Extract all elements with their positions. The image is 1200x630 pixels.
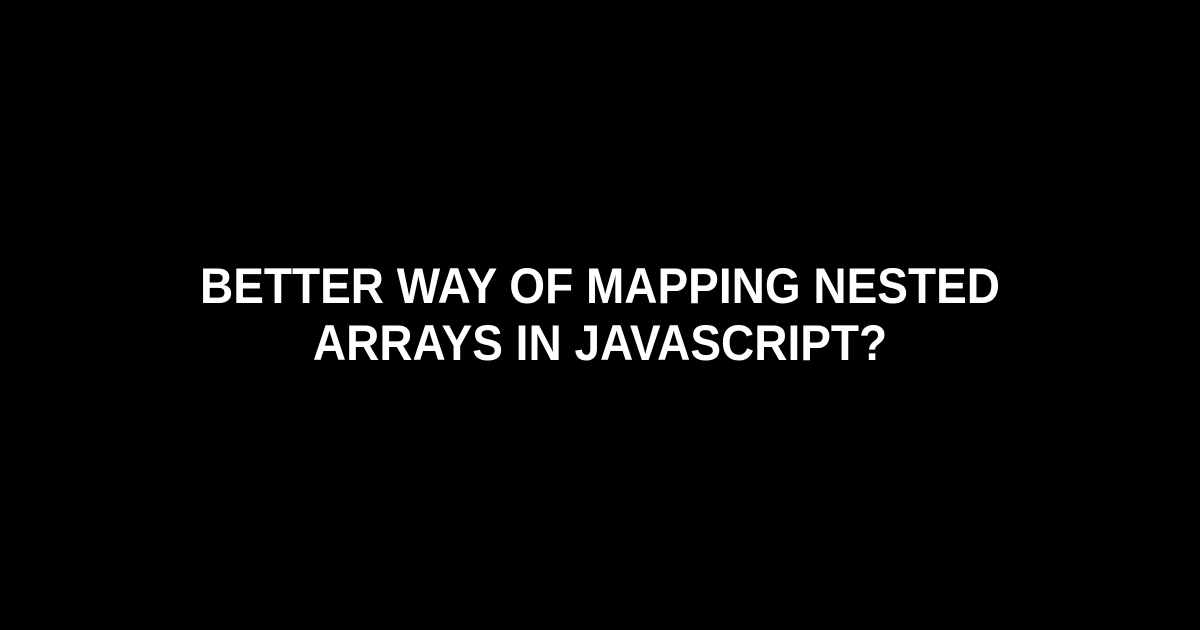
page-title: Better Way of Mapping Nested Arrays in J…	[103, 258, 1097, 373]
title-container: Better Way of Mapping Nested Arrays in J…	[0, 258, 1200, 373]
